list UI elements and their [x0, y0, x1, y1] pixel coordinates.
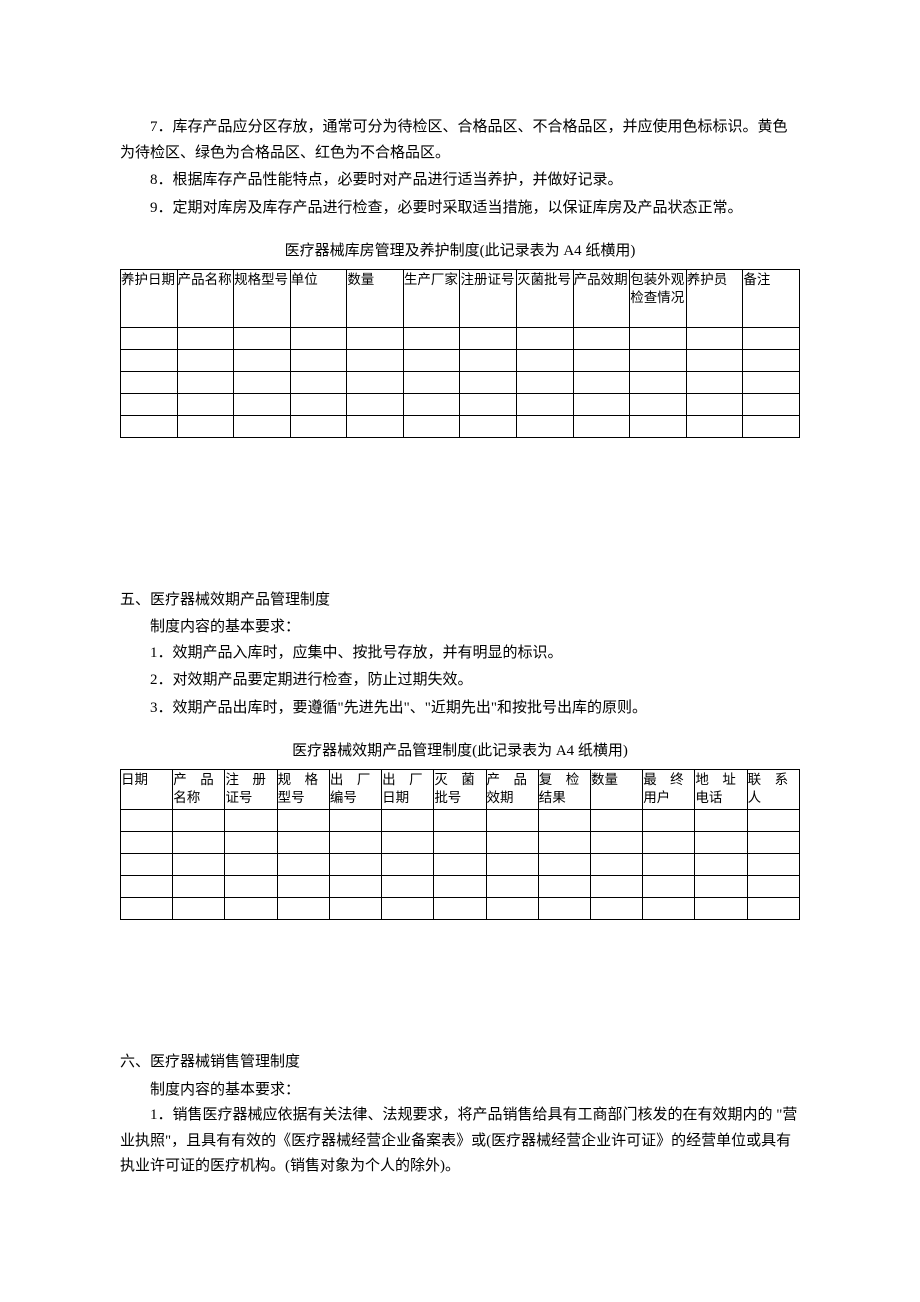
table-header-cell: 出 厂编号: [329, 769, 381, 810]
section-6-requirements: 制度内容的基本要求：: [120, 1078, 800, 1104]
table-header-cell: 注册证号: [460, 269, 517, 327]
table-row: [121, 876, 800, 898]
table-row: [121, 898, 800, 920]
table2-caption: 医疗器械效期产品管理制度(此记录表为 A4 纸横用): [120, 739, 800, 765]
section-6-title: 六、医疗器械销售管理制度: [120, 1050, 800, 1076]
table-row: [121, 810, 800, 832]
table-row: [121, 371, 800, 393]
table-header-cell: 单位: [290, 269, 347, 327]
table-header-cell: 复 检结果: [538, 769, 590, 810]
table-expiry-management: 日期 产 品名称 注 册证号 规 格型号 出 厂编号 出 厂日期 灭 菌批号 产…: [120, 769, 800, 921]
table-row: [121, 415, 800, 437]
table-header-row: 养护日期 产品名称 规格型号 单位 数量 生产厂家 注册证号 灭菌批号 产品效期…: [121, 269, 800, 327]
table-header-cell: 灭菌批号: [517, 269, 574, 327]
table-row: [121, 854, 800, 876]
table-row: [121, 327, 800, 349]
table-header-cell: 养护日期: [121, 269, 178, 327]
table-header-cell: 产品名称: [177, 269, 234, 327]
table1-caption: 医疗器械库房管理及养护制度(此记录表为 A4 纸横用): [120, 239, 800, 265]
table-header-cell: 养护员: [686, 269, 743, 327]
paragraph-8: 8．根据库存产品性能特点，必要时对产品进行适当养护，并做好记录。: [120, 168, 800, 194]
section-5-p1: 1．效期产品入库时，应集中、按批号存放，并有明显的标识。: [120, 641, 800, 667]
table-header-cell: 产品效期: [573, 269, 630, 327]
table-header-cell: 数量: [590, 769, 642, 810]
table-header-cell: 产 品名称: [173, 769, 225, 810]
table-header-cell: 备注: [743, 269, 800, 327]
paragraph-7: 7．库存产品应分区存放，通常可分为待检区、合格品区、不合格品区，并应使用色标标识…: [120, 115, 800, 166]
table-warehouse-maintenance: 养护日期 产品名称 规格型号 单位 数量 生产厂家 注册证号 灭菌批号 产品效期…: [120, 269, 800, 438]
section-5-p3: 3．效期产品出库时，要遵循"先进先出"、"近期先出"和按批号出库的原则。: [120, 696, 800, 722]
table-row: [121, 393, 800, 415]
table-header-cell: 出 厂日期: [382, 769, 434, 810]
section-5-p2: 2．对效期产品要定期进行检查，防止过期失效。: [120, 668, 800, 694]
table-header-cell: 地 址电话: [695, 769, 747, 810]
table-header-cell: 包装外观检查情况: [630, 269, 687, 327]
table-header-cell: 生产厂家: [403, 269, 460, 327]
table-header-cell: 规 格型号: [277, 769, 329, 810]
table-header-cell: 产 品效期: [486, 769, 538, 810]
section-6-p1: 1．销售医疗器械应依据有关法律、法规要求，将产品销售给具有工商部门核发的在有效期…: [120, 1103, 800, 1180]
table-header-cell: 联 系人: [747, 769, 799, 810]
table-header-cell: 最 终用户: [643, 769, 695, 810]
table-row: [121, 349, 800, 371]
table-header-cell: 注 册证号: [225, 769, 277, 810]
table-header-cell: 规格型号: [234, 269, 291, 327]
table-header-row: 日期 产 品名称 注 册证号 规 格型号 出 厂编号 出 厂日期 灭 菌批号 产…: [121, 769, 800, 810]
table-header-cell: 数量: [347, 269, 404, 327]
table-header-cell: 灭 菌批号: [434, 769, 486, 810]
section-5-title: 五、医疗器械效期产品管理制度: [120, 588, 800, 614]
section-5-requirements: 制度内容的基本要求：: [120, 615, 800, 641]
table-row: [121, 832, 800, 854]
paragraph-9: 9．定期对库房及库存产品进行检查，必要时采取适当措施，以保证库房及产品状态正常。: [120, 196, 800, 222]
table-header-cell: 日期: [121, 769, 173, 810]
